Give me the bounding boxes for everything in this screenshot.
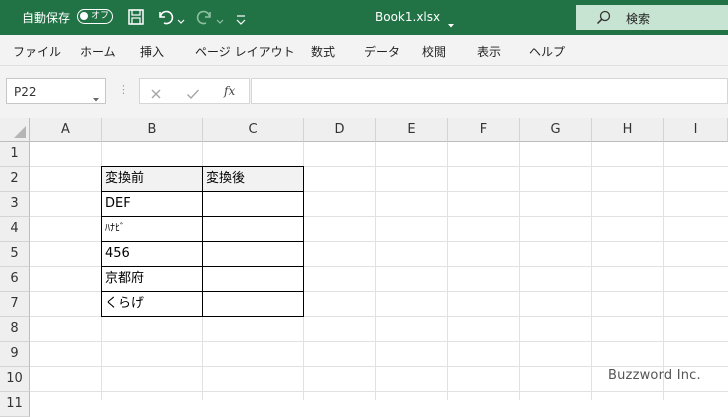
- column-header-b[interactable]: B: [102, 118, 203, 142]
- cell-c4[interactable]: [203, 217, 304, 242]
- row-header-2[interactable]: 2: [0, 167, 30, 192]
- row-header-7[interactable]: 7: [0, 292, 30, 317]
- table-border: [101, 316, 304, 317]
- tab-view[interactable]: 表示: [477, 43, 501, 60]
- tab-formulas[interactable]: 数式: [311, 43, 335, 60]
- gridline: [447, 142, 448, 400]
- grip-icon[interactable]: ⋮: [118, 83, 129, 96]
- undo-icon[interactable]: [156, 8, 174, 30]
- file-title: Book1.xlsx: [375, 10, 441, 24]
- column-header-f[interactable]: F: [448, 118, 520, 142]
- gridline: [30, 391, 728, 392]
- cell-b5[interactable]: 456: [102, 242, 203, 267]
- autosave-state: オフ: [91, 11, 110, 21]
- gridline: [519, 142, 520, 400]
- column-header-h[interactable]: H: [592, 118, 664, 142]
- customize-toolbar-icon[interactable]: [236, 11, 246, 30]
- row-header-11[interactable]: 11: [0, 392, 30, 417]
- cell-c5[interactable]: [203, 242, 304, 267]
- redo-dropdown-icon[interactable]: [216, 11, 224, 30]
- select-all-icon: [14, 126, 26, 138]
- column-header-e[interactable]: E: [376, 118, 448, 142]
- cell-b2[interactable]: 変換前: [102, 167, 203, 192]
- name-box[interactable]: P22: [6, 78, 106, 104]
- column-header-d[interactable]: D: [304, 118, 376, 142]
- cell-c7[interactable]: [203, 292, 304, 317]
- search-label: 検索: [626, 12, 651, 26]
- row-header-10[interactable]: 10: [0, 367, 30, 392]
- table-border: [101, 216, 304, 217]
- table-border: [101, 241, 304, 242]
- cell-c6[interactable]: [203, 267, 304, 292]
- toggle-knob: [80, 12, 88, 20]
- autosave-label: 自動保存: [22, 11, 71, 25]
- tab-review[interactable]: 校閲: [422, 43, 446, 60]
- search-box[interactable]: 検索: [576, 5, 728, 30]
- formula-bar-area: P22 ⋮ fx: [0, 66, 728, 118]
- tab-home[interactable]: ホーム: [80, 43, 116, 60]
- cell-b7[interactable]: くらげ: [102, 292, 203, 317]
- watermark: Buzzword Inc.: [608, 368, 701, 383]
- cell-b4[interactable]: ﾊﾅﾋﾞ: [102, 217, 203, 242]
- enter-icon[interactable]: [186, 85, 200, 104]
- tab-file[interactable]: ファイル: [13, 43, 61, 60]
- title-bar: 自動保存 オフ Book1.xlsx 検索: [0, 0, 728, 35]
- save-icon[interactable]: [127, 8, 145, 30]
- table-border: [101, 266, 304, 267]
- worksheet-grid[interactable]: A B C D E F G H I 1 2 3 4 5 6 7 8 9 10 1…: [0, 118, 728, 417]
- search-icon: [596, 10, 611, 29]
- undo-dropdown-icon[interactable]: [177, 11, 185, 30]
- row-header-1[interactable]: 1: [0, 142, 30, 167]
- cell-b6[interactable]: 京都府: [102, 267, 203, 292]
- ribbon-tabs: ファイル ホーム 挿入 ページ レイアウト 数式 データ 校閲 表示 ヘルプ: [0, 35, 728, 66]
- cell-c2[interactable]: 変換後: [203, 167, 304, 192]
- insert-function-button[interactable]: fx: [224, 84, 235, 98]
- gridline: [663, 142, 664, 400]
- table-border: [101, 166, 304, 167]
- select-all-button[interactable]: [0, 118, 30, 142]
- gridline: [30, 341, 728, 342]
- redo-icon[interactable]: [196, 8, 214, 30]
- row-header-4[interactable]: 4: [0, 217, 30, 242]
- title-dropdown-icon[interactable]: [447, 14, 455, 33]
- autosave-toggle[interactable]: オフ: [77, 9, 113, 24]
- name-box-value: P22: [14, 85, 37, 99]
- tab-page-layout[interactable]: ページ レイアウト: [195, 43, 295, 60]
- name-box-dropdown-icon[interactable]: [92, 88, 100, 107]
- cancel-icon[interactable]: [150, 85, 162, 104]
- formula-tools: fx: [139, 78, 250, 104]
- formula-input[interactable]: [251, 78, 728, 104]
- row-header-3[interactable]: 3: [0, 192, 30, 217]
- row-header-6[interactable]: 6: [0, 267, 30, 292]
- tab-insert[interactable]: 挿入: [140, 43, 164, 60]
- table-border: [101, 191, 304, 192]
- row-header-5[interactable]: 5: [0, 242, 30, 267]
- table-border: [101, 291, 304, 292]
- gridline: [591, 142, 592, 400]
- column-header-g[interactable]: G: [520, 118, 592, 142]
- column-header-a[interactable]: A: [30, 118, 102, 142]
- tab-help[interactable]: ヘルプ: [529, 43, 565, 60]
- gridline: [30, 366, 728, 367]
- cell-b3[interactable]: DEF: [102, 192, 203, 217]
- tab-data[interactable]: データ: [364, 43, 400, 60]
- cell-c3[interactable]: [203, 192, 304, 217]
- row-header-9[interactable]: 9: [0, 342, 30, 367]
- column-header-i[interactable]: I: [664, 118, 728, 142]
- row-header-8[interactable]: 8: [0, 317, 30, 342]
- gridline: [375, 142, 376, 400]
- column-header-c[interactable]: C: [203, 118, 304, 142]
